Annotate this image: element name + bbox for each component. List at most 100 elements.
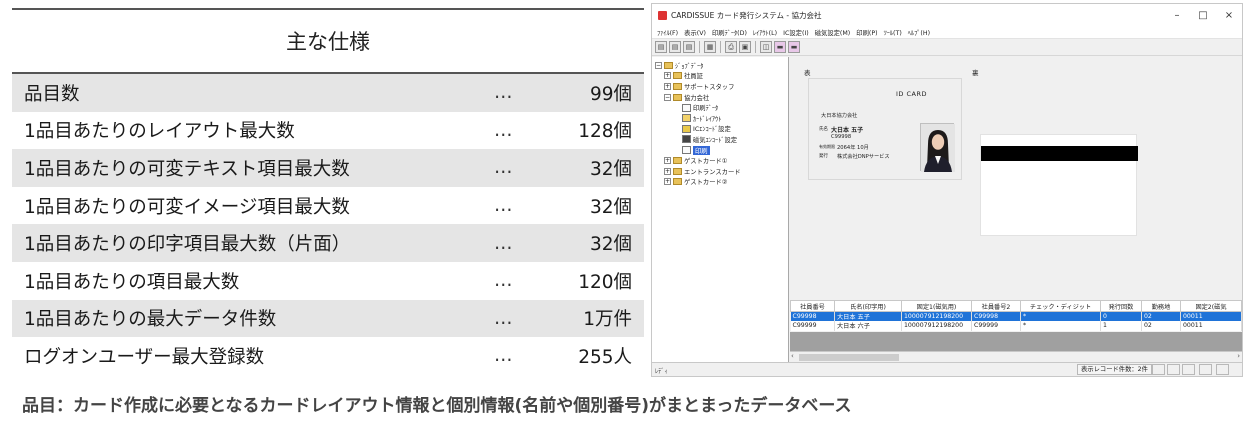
layout-icon[interactable]: ▣ bbox=[739, 41, 751, 53]
scroll-left-icon[interactable]: ‹ bbox=[791, 352, 794, 360]
horizontal-scrollbar[interactable]: ‹ › bbox=[790, 351, 1242, 362]
table-cell[interactable]: * bbox=[1020, 321, 1101, 331]
table-cell[interactable]: 1 bbox=[1100, 321, 1142, 331]
save-icon[interactable]: ▤ bbox=[683, 41, 695, 53]
table-cell[interactable]: C99999 bbox=[790, 321, 835, 331]
column-header[interactable]: 固定1(磁気用) bbox=[901, 300, 972, 312]
table-cell[interactable]: 02 bbox=[1141, 311, 1181, 321]
column-header[interactable]: 勤務地 bbox=[1141, 300, 1181, 312]
spec-value: 99個 bbox=[589, 83, 632, 105]
minimize-button[interactable]: – bbox=[1164, 10, 1190, 21]
table-cell[interactable]: 100007912198200 bbox=[901, 321, 972, 331]
table-cell[interactable]: 大日本 六子 bbox=[834, 321, 902, 331]
portrait-icon bbox=[921, 124, 955, 172]
status-cell bbox=[1182, 364, 1195, 375]
column-header[interactable]: 固定2(磁気 bbox=[1180, 300, 1242, 312]
spec-row: 1品目あたりの印字項目最大数（片面） … 32個 bbox=[12, 224, 644, 262]
card-title: ID CARD bbox=[896, 90, 927, 98]
column-header[interactable]: チェック・ディジット bbox=[1020, 300, 1101, 312]
column-header[interactable]: 発行回数 bbox=[1100, 300, 1142, 312]
column-header[interactable]: 氏名(印字用) bbox=[834, 300, 902, 312]
card-number: C99998 bbox=[831, 134, 852, 140]
record-grid[interactable]: 社員番号 氏名(印字用) 固定1(磁気用) 社員番号2 チェック・ディジット 発… bbox=[790, 300, 1242, 331]
spec-row: 品目数 … 99個 bbox=[12, 74, 644, 112]
table-cell[interactable]: C99999 bbox=[971, 321, 1021, 331]
tree-item[interactable]: + 社員証 bbox=[655, 71, 788, 82]
menu-print-data[interactable]: 印刷ﾃﾞｰﾀ(D) bbox=[709, 28, 750, 37]
tree-item[interactable]: − 協力会社 bbox=[655, 92, 788, 103]
table-cell[interactable]: C99998 bbox=[971, 311, 1021, 321]
tree-label: ｼﾞｮﾌﾞﾃﾞｰﾀ bbox=[675, 62, 704, 70]
expand-icon[interactable]: + bbox=[664, 72, 671, 80]
spec-title: 主な仕様 bbox=[286, 30, 370, 54]
title-bar[interactable]: CARDISSUE カード発行システム - 協力会社 – □ × bbox=[652, 4, 1242, 26]
tree-item[interactable]: + ゲストカード② bbox=[655, 177, 788, 188]
maximize-button[interactable]: □ bbox=[1190, 10, 1216, 21]
new-icon[interactable]: ▤ bbox=[655, 41, 667, 53]
expand-icon[interactable]: + bbox=[664, 167, 671, 175]
app-window: CARDISSUE カード発行システム - 協力会社 – □ × ﾌｧｲﾙ(F)… bbox=[651, 3, 1243, 377]
table-row-selected[interactable]: C99998 大日本 五子 100007912198200 C99998 * 0… bbox=[790, 311, 1242, 321]
table-cell[interactable]: 02 bbox=[1141, 321, 1181, 331]
expand-icon[interactable]: + bbox=[664, 178, 671, 186]
card-issue-icon[interactable]: ▬ bbox=[788, 41, 800, 53]
table-cell[interactable]: 0 bbox=[1100, 311, 1142, 321]
tree-item[interactable]: + ゲストカード① bbox=[655, 155, 788, 166]
tree-child[interactable]: ｶｰﾄﾞﾚｲｱｳﾄ bbox=[655, 113, 788, 124]
record-count: 表示レコード件数：2件 bbox=[1077, 364, 1152, 375]
column-header[interactable]: 社員番号2 bbox=[971, 300, 1021, 312]
table-row[interactable]: C99999 大日本 六子 100007912198200 C99999 * 1… bbox=[790, 321, 1242, 331]
table-cell[interactable]: 00011 bbox=[1180, 321, 1242, 331]
table-cell[interactable]: * bbox=[1020, 311, 1101, 321]
spec-label: 1品目あたりの最大データ件数 bbox=[24, 309, 277, 331]
table-cell[interactable]: 大日本 五子 bbox=[834, 311, 902, 321]
menu-help[interactable]: ﾍﾙﾌﾟ(H) bbox=[905, 28, 933, 37]
toolbar: ▤ ▤ ▤ ▦ ⎙ ▣ ◫ ▬ ▬ bbox=[652, 39, 1242, 56]
close-button[interactable]: × bbox=[1216, 10, 1242, 21]
table-cell[interactable]: 100007912198200 bbox=[901, 311, 972, 321]
tree-child[interactable]: 印刷 bbox=[655, 145, 788, 156]
open-icon[interactable]: ▤ bbox=[669, 41, 681, 53]
tree-label: ICｴﾝｺｰﾄﾞ設定 bbox=[693, 126, 731, 134]
tree-child[interactable]: ICｴﾝｺｰﾄﾞ設定 bbox=[655, 124, 788, 135]
scroll-right-icon[interactable]: › bbox=[1237, 352, 1240, 360]
spec-row: 1品目あたりの可変イメージ項目最大数 … 32個 bbox=[12, 187, 644, 225]
tree-label: サポートスタッフ bbox=[684, 83, 735, 91]
tree-item[interactable]: + サポートスタッフ bbox=[655, 81, 788, 92]
toolbar-separator bbox=[755, 41, 756, 53]
preview-icon[interactable]: ▦ bbox=[704, 41, 716, 53]
spec-value: 128個 bbox=[578, 121, 632, 143]
expand-icon[interactable]: + bbox=[664, 157, 671, 165]
spec-label: 品目数 bbox=[24, 83, 80, 105]
spec-value: 255人 bbox=[578, 346, 632, 368]
expand-icon[interactable]: + bbox=[664, 82, 671, 90]
column-header[interactable]: 社員番号 bbox=[790, 300, 835, 312]
tree-child[interactable]: 磁気ｴﾝｺｰﾄﾞ設定 bbox=[655, 134, 788, 145]
spec-row: 1品目あたりのレイアウト最大数 … 128個 bbox=[12, 112, 644, 150]
tree-label: ゲストカード② bbox=[684, 179, 728, 187]
menu-file[interactable]: ﾌｧｲﾙ(F) bbox=[654, 28, 681, 37]
folder-open-icon bbox=[673, 93, 682, 101]
menu-print[interactable]: 印刷(P) bbox=[853, 28, 880, 37]
table-cell[interactable]: C99998 bbox=[790, 311, 835, 321]
menu-tools[interactable]: ﾂｰﾙ(T) bbox=[881, 28, 905, 37]
magnetic-stripe-icon bbox=[682, 135, 691, 144]
settings-icon[interactable]: ◫ bbox=[760, 41, 772, 53]
menu-magnetic-settings[interactable]: 磁気設定(M) bbox=[812, 28, 854, 37]
table-cell[interactable]: 00011 bbox=[1180, 311, 1242, 321]
magnetic-stripe bbox=[981, 146, 1138, 161]
spec-sep: … bbox=[494, 82, 513, 104]
menu-layout[interactable]: ﾚｲｱｳﾄ(L) bbox=[750, 28, 780, 37]
collapse-icon[interactable]: − bbox=[655, 61, 662, 69]
menu-view[interactable]: 表示(V) bbox=[681, 28, 709, 37]
print-icon[interactable]: ⎙ bbox=[725, 41, 737, 53]
database-icon bbox=[664, 61, 673, 69]
collapse-icon[interactable]: − bbox=[664, 93, 671, 101]
tree-child[interactable]: 印刷ﾃﾞｰﾀ bbox=[655, 102, 788, 113]
card-icon[interactable]: ▬ bbox=[774, 41, 786, 53]
tree-root[interactable]: − ｼﾞｮﾌﾞﾃﾞｰﾀ bbox=[655, 60, 788, 71]
menu-ic-settings[interactable]: IC設定(I) bbox=[780, 28, 812, 37]
tree-item[interactable]: + エントランスカード bbox=[655, 166, 788, 177]
scroll-thumb[interactable] bbox=[799, 354, 899, 361]
job-tree[interactable]: − ｼﾞｮﾌﾞﾃﾞｰﾀ + 社員証 + サポートスタッフ − 協力会社 印刷ﾃﾞｰﾀ ｶ… bbox=[652, 57, 789, 362]
